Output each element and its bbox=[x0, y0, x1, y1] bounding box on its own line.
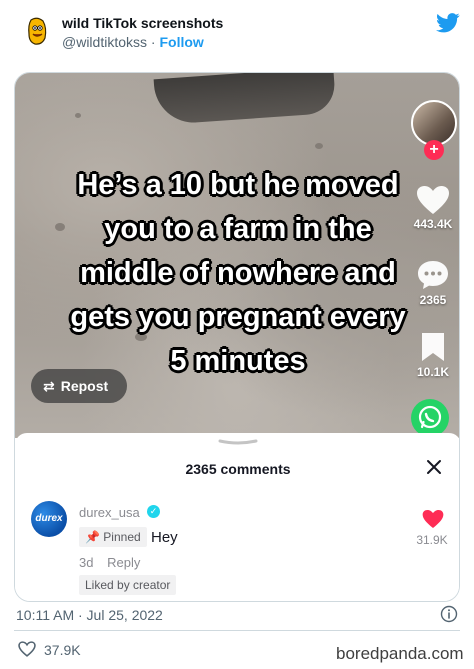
whatsapp-icon bbox=[418, 405, 442, 429]
heart-icon bbox=[417, 186, 449, 214]
tweet-likes-count: 37.9K bbox=[44, 642, 81, 658]
bookmark-icon bbox=[422, 333, 444, 361]
video-comment-button[interactable]: 2365 bbox=[405, 259, 459, 307]
durex-logo-text: durex bbox=[35, 513, 63, 524]
video-frame[interactable]: He’s a 10 but he moved you to a farm in … bbox=[15, 73, 459, 438]
caption-line: gets you pregnant every bbox=[70, 301, 406, 333]
whatsapp-share-button[interactable] bbox=[411, 399, 449, 437]
author-name[interactable]: wild TikTok screenshots bbox=[62, 15, 223, 31]
watermark: boredpanda.com bbox=[336, 644, 464, 663]
tweet-like-heart-icon[interactable] bbox=[18, 641, 36, 657]
caption-line: He’s a 10 but he moved bbox=[77, 169, 399, 201]
pebble bbox=[315, 143, 323, 149]
follow-plus-icon[interactable]: + bbox=[424, 140, 444, 160]
tweet-timestamp[interactable]: 10:11 AM · Jul 25, 2022 bbox=[16, 607, 163, 623]
video-save-count: 10.1K bbox=[416, 365, 450, 379]
comment-text: Hey bbox=[151, 529, 178, 546]
pin-icon: 📌 bbox=[85, 530, 100, 544]
author-handle[interactable]: @wildtiktokss bbox=[62, 34, 147, 50]
commenter-avatar[interactable]: durex bbox=[31, 501, 67, 537]
divider bbox=[14, 630, 460, 631]
repost-button[interactable]: ⇄ Repost bbox=[31, 369, 127, 403]
comments-sheet: 2365 comments durex durex_usa ✓ 📌 Pinned… bbox=[15, 433, 459, 601]
reply-button[interactable]: Reply bbox=[107, 555, 140, 570]
video-like-button[interactable]: 443.4K bbox=[405, 185, 459, 231]
verified-check-icon: ✓ bbox=[147, 505, 160, 518]
liked-by-creator-tag: Liked by creator bbox=[79, 575, 177, 595]
boot-shape bbox=[153, 73, 337, 126]
repost-icon: ⇄ bbox=[43, 378, 55, 394]
repost-label: Repost bbox=[60, 378, 109, 394]
pebble bbox=[75, 113, 81, 118]
tweet-header: wild TikTok screenshots @wildtiktokss · … bbox=[0, 0, 474, 68]
comments-count: 2365 comments bbox=[185, 461, 291, 477]
info-icon[interactable] bbox=[440, 605, 458, 623]
caption-line: middle of nowhere and bbox=[80, 257, 396, 289]
pinned-label: Pinned bbox=[103, 530, 141, 544]
separator-dot: · bbox=[150, 34, 156, 50]
comment-like-count: 31.9K bbox=[416, 533, 448, 547]
close-icon[interactable] bbox=[425, 458, 443, 476]
blob-mascot-icon bbox=[20, 14, 54, 48]
comment-bubble-icon bbox=[418, 261, 448, 289]
twitter-bird-icon[interactable] bbox=[436, 12, 460, 34]
follow-link[interactable]: Follow bbox=[159, 34, 203, 50]
video-comment-count: 2365 bbox=[419, 293, 447, 307]
pinned-tag: 📌 Pinned bbox=[79, 527, 147, 547]
video-save-button[interactable]: 10.1K bbox=[405, 331, 459, 379]
author-subline: @wildtiktokss · Follow bbox=[62, 34, 204, 50]
comment-meta: 3d Reply bbox=[79, 555, 140, 570]
video-caption: He’s a 10 but he moved you to a farm in … bbox=[33, 163, 443, 383]
comment-age: 3d bbox=[79, 555, 94, 570]
video-like-count: 443.4K bbox=[413, 217, 453, 231]
author-avatar[interactable] bbox=[20, 14, 54, 48]
commenter-username[interactable]: durex_usa bbox=[79, 505, 140, 520]
heart-filled-icon bbox=[422, 509, 444, 529]
drag-handle-icon[interactable] bbox=[218, 439, 258, 445]
media-card[interactable]: He’s a 10 but he moved you to a farm in … bbox=[14, 72, 460, 602]
video-side-rail: + 443.4K 2365 10.1K bbox=[397, 73, 459, 438]
comment-like-button[interactable] bbox=[413, 509, 453, 534]
caption-line: you to a farm in the bbox=[104, 213, 372, 245]
